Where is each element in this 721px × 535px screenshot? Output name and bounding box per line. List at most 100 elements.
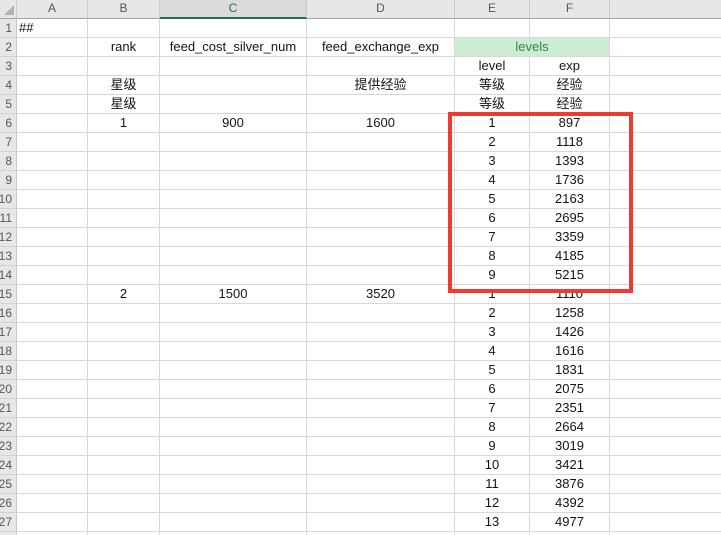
- cell-b11[interactable]: [88, 209, 160, 228]
- cell-e14[interactable]: 9: [455, 266, 530, 285]
- cell-f16[interactable]: 1258: [530, 304, 610, 323]
- cell-d4[interactable]: 提供经验: [307, 76, 455, 95]
- cell-a2[interactable]: [17, 38, 88, 57]
- cell-a24[interactable]: [17, 456, 88, 475]
- row-header-1[interactable]: 1: [0, 19, 17, 38]
- row-header-18[interactable]: 18: [0, 342, 17, 361]
- row-header-14[interactable]: 14: [0, 266, 17, 285]
- row-header-15[interactable]: 15: [0, 285, 17, 304]
- cell-d15[interactable]: 3520: [307, 285, 455, 304]
- cell-b12[interactable]: [88, 228, 160, 247]
- cell-f26[interactable]: 4392: [530, 494, 610, 513]
- cell-e3[interactable]: level: [455, 57, 530, 76]
- cell-b9[interactable]: [88, 171, 160, 190]
- cell-a25[interactable]: [17, 475, 88, 494]
- cell-f15[interactable]: 1110: [530, 285, 610, 304]
- cell-f17[interactable]: 1426: [530, 323, 610, 342]
- row-header-27[interactable]: 27: [0, 513, 17, 532]
- cell-d21[interactable]: [307, 399, 455, 418]
- row-header-9[interactable]: 9: [0, 171, 17, 190]
- cell-d16[interactable]: [307, 304, 455, 323]
- row-header-22[interactable]: 22: [0, 418, 17, 437]
- cell-e11[interactable]: 6: [455, 209, 530, 228]
- cell-c16[interactable]: [160, 304, 307, 323]
- cell-a10[interactable]: [17, 190, 88, 209]
- cell-e2[interactable]: levels: [455, 38, 610, 57]
- row-header-3[interactable]: 3: [0, 57, 17, 76]
- cell-e4[interactable]: 等级: [455, 76, 530, 95]
- cell-c6[interactable]: 900: [160, 114, 307, 133]
- cell-f18[interactable]: 1616: [530, 342, 610, 361]
- cell-d25[interactable]: [307, 475, 455, 494]
- row-header-12[interactable]: 12: [0, 228, 17, 247]
- row-header-24[interactable]: 24: [0, 456, 17, 475]
- cell-d3[interactable]: [307, 57, 455, 76]
- cell-a8[interactable]: [17, 152, 88, 171]
- cell-e9[interactable]: 4: [455, 171, 530, 190]
- cell-f10[interactable]: 2163: [530, 190, 610, 209]
- cell-b10[interactable]: [88, 190, 160, 209]
- cell-e15[interactable]: 1: [455, 285, 530, 304]
- cell-f12[interactable]: 3359: [530, 228, 610, 247]
- cell-c27[interactable]: [160, 513, 307, 532]
- cell-c17[interactable]: [160, 323, 307, 342]
- cell-b6[interactable]: 1: [88, 114, 160, 133]
- cell-e27[interactable]: 13: [455, 513, 530, 532]
- cell-f11[interactable]: 2695: [530, 209, 610, 228]
- row-header-21[interactable]: 21: [0, 399, 17, 418]
- cell-e16[interactable]: 2: [455, 304, 530, 323]
- cell-b18[interactable]: [88, 342, 160, 361]
- column-header-b[interactable]: B: [88, 0, 160, 19]
- cell-f21[interactable]: 2351: [530, 399, 610, 418]
- cell-b16[interactable]: [88, 304, 160, 323]
- cell-d19[interactable]: [307, 361, 455, 380]
- cell-d9[interactable]: [307, 171, 455, 190]
- cell-c19[interactable]: [160, 361, 307, 380]
- cell-c14[interactable]: [160, 266, 307, 285]
- cell-f4[interactable]: 经验: [530, 76, 610, 95]
- column-header-c[interactable]: C: [160, 0, 307, 19]
- cell-e25[interactable]: 11: [455, 475, 530, 494]
- cell-a9[interactable]: [17, 171, 88, 190]
- cell-e5[interactable]: 等级: [455, 95, 530, 114]
- row-header-13[interactable]: 13: [0, 247, 17, 266]
- column-header-f[interactable]: F: [530, 0, 610, 19]
- row-header-4[interactable]: 4: [0, 76, 17, 95]
- row-header-20[interactable]: 20: [0, 380, 17, 399]
- cell-a19[interactable]: [17, 361, 88, 380]
- cell-f23[interactable]: 3019: [530, 437, 610, 456]
- cell-b8[interactable]: [88, 152, 160, 171]
- cell-f22[interactable]: 2664: [530, 418, 610, 437]
- cell-e8[interactable]: 3: [455, 152, 530, 171]
- cell-d26[interactable]: [307, 494, 455, 513]
- cell-a13[interactable]: [17, 247, 88, 266]
- cell-d22[interactable]: [307, 418, 455, 437]
- cell-d10[interactable]: [307, 190, 455, 209]
- row-header-8[interactable]: 8: [0, 152, 17, 171]
- row-header-2[interactable]: 2: [0, 38, 17, 57]
- cell-c13[interactable]: [160, 247, 307, 266]
- cell-d17[interactable]: [307, 323, 455, 342]
- cell-c26[interactable]: [160, 494, 307, 513]
- column-header-d[interactable]: D: [307, 0, 455, 19]
- cell-e20[interactable]: 6: [455, 380, 530, 399]
- cell-c3[interactable]: [160, 57, 307, 76]
- cell-b24[interactable]: [88, 456, 160, 475]
- cell-c22[interactable]: [160, 418, 307, 437]
- cell-c24[interactable]: [160, 456, 307, 475]
- cell-b5[interactable]: 星级: [88, 95, 160, 114]
- cell-b15[interactable]: 2: [88, 285, 160, 304]
- cell-c2[interactable]: feed_cost_silver_num: [160, 38, 307, 57]
- cell-b1[interactable]: [88, 19, 160, 38]
- cell-b17[interactable]: [88, 323, 160, 342]
- column-header-e[interactable]: E: [455, 0, 530, 19]
- cell-d23[interactable]: [307, 437, 455, 456]
- cell-b19[interactable]: [88, 361, 160, 380]
- cell-a21[interactable]: [17, 399, 88, 418]
- cell-d5[interactable]: [307, 95, 455, 114]
- cell-a22[interactable]: [17, 418, 88, 437]
- cell-d11[interactable]: [307, 209, 455, 228]
- cell-c21[interactable]: [160, 399, 307, 418]
- cell-e12[interactable]: 7: [455, 228, 530, 247]
- cell-c23[interactable]: [160, 437, 307, 456]
